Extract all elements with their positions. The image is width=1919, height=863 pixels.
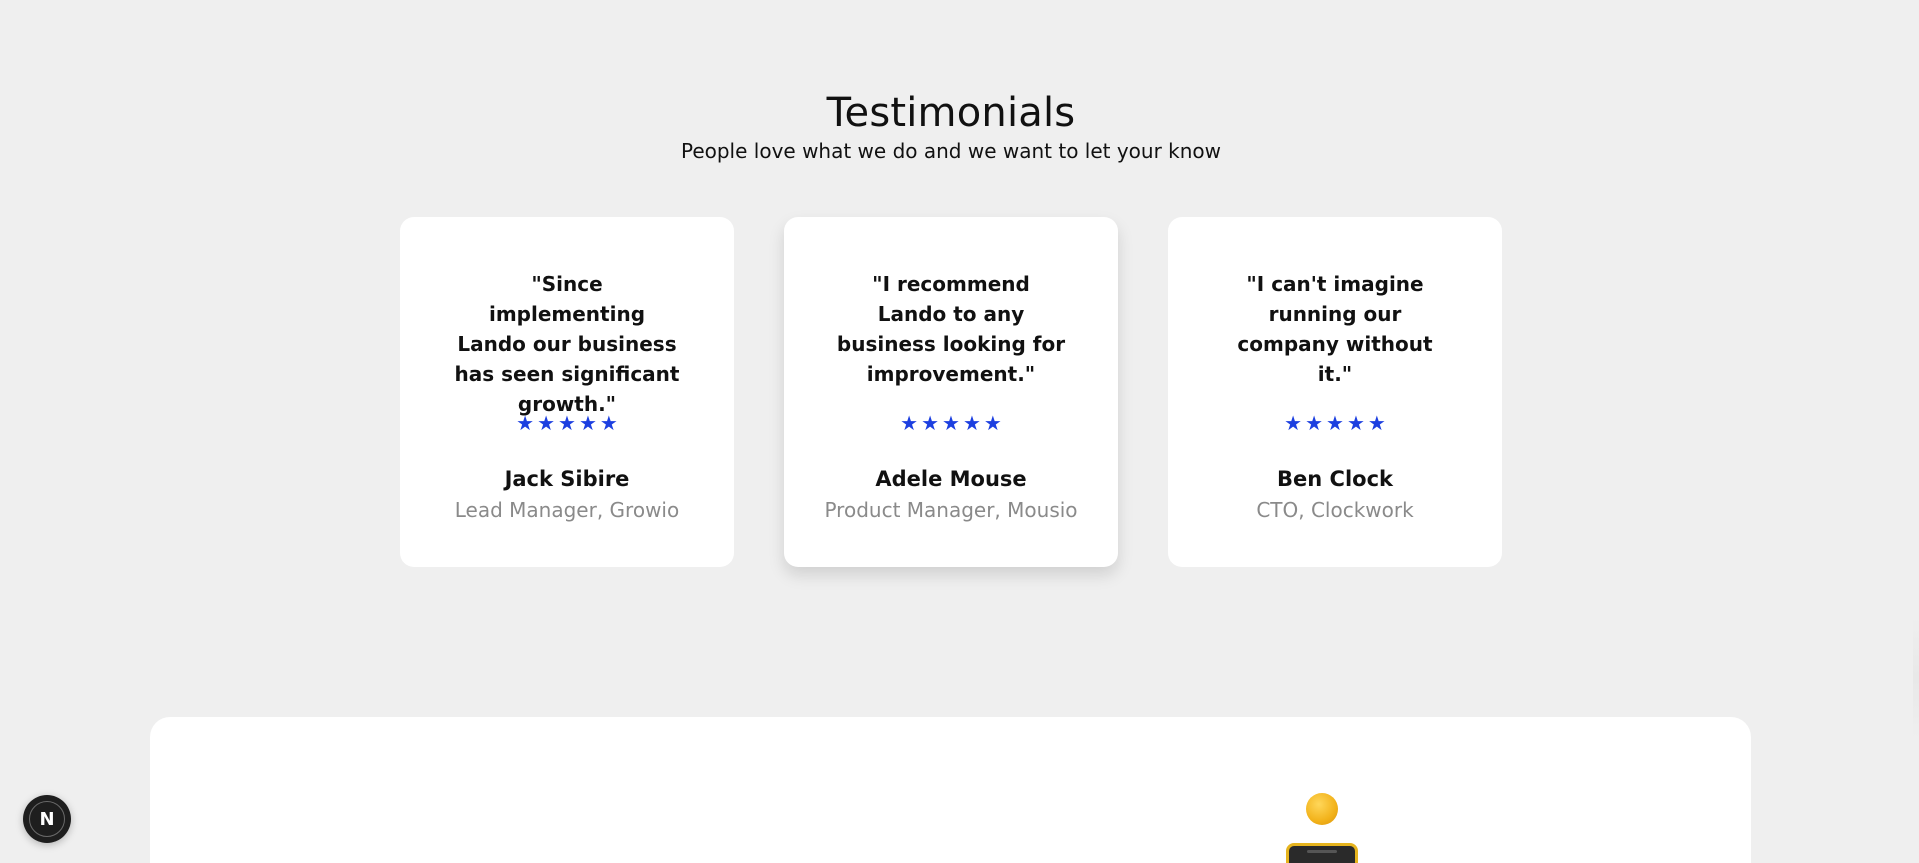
phone-illustration [1286,843,1358,863]
nextjs-icon: N [29,801,65,837]
star-icon: ★ [1346,411,1365,435]
testimonial-author-name: Ben Clock [1277,467,1393,491]
star-icon: ★ [942,411,960,435]
testimonial-quote: "Since implementing Lando our business h… [454,272,680,416]
scrollbar[interactable] [1913,618,1919,738]
testimonial-author-name: Adele Mouse [875,467,1027,491]
star-icon: ★ [1367,411,1386,435]
star-icon: ★ [962,411,981,435]
star-rating: ★ ★ ★ ★ ★ [784,411,1118,435]
star-icon: ★ [1284,411,1303,435]
star-icon: ★ [983,411,1002,435]
testimonial-quote: "I recommend Lando to any business looki… [836,272,1066,386]
star-rating: ★ ★ ★ ★ ★ [400,411,734,435]
star-icon: ★ [921,411,940,435]
star-icon: ★ [516,411,535,435]
section-title: Testimonials [826,90,1076,136]
star-icon: ★ [1305,411,1324,435]
testimonial-card[interactable]: "I recommend Lando to any business looki… [784,217,1118,567]
testimonial-author-role: Product Manager, Mousio [824,498,1078,522]
star-icon: ★ [1326,411,1344,435]
nextjs-icon-label: N [39,808,55,830]
star-icon: ★ [558,411,576,435]
phone-notch [1307,850,1337,853]
testimonial-cards: "Since implementing Lando our business h… [400,217,1502,567]
star-rating: ★ ★ ★ ★ ★ [1168,411,1502,435]
star-icon: ★ [578,411,597,435]
star-icon: ★ [599,411,618,435]
coin-illustration [1306,793,1338,825]
star-icon: ★ [537,411,556,435]
section-subtitle: People love what we do and we want to le… [680,139,1222,163]
testimonial-card[interactable]: "I can't imagine running our company wit… [1168,217,1502,567]
nextjs-devtools-button[interactable]: N [23,795,71,843]
page: Testimonials People love what we do and … [0,0,1919,863]
testimonial-card[interactable]: "Since implementing Lando our business h… [400,217,734,567]
testimonial-author-name: Jack Sibire [504,467,630,491]
testimonial-quote: "I can't imagine running our company wit… [1237,272,1433,386]
testimonial-author-role: Lead Manager, Growio [454,498,680,522]
testimonial-author-role: CTO, Clockwork [1256,498,1414,522]
feature-panel [150,717,1751,863]
star-icon: ★ [900,411,919,435]
